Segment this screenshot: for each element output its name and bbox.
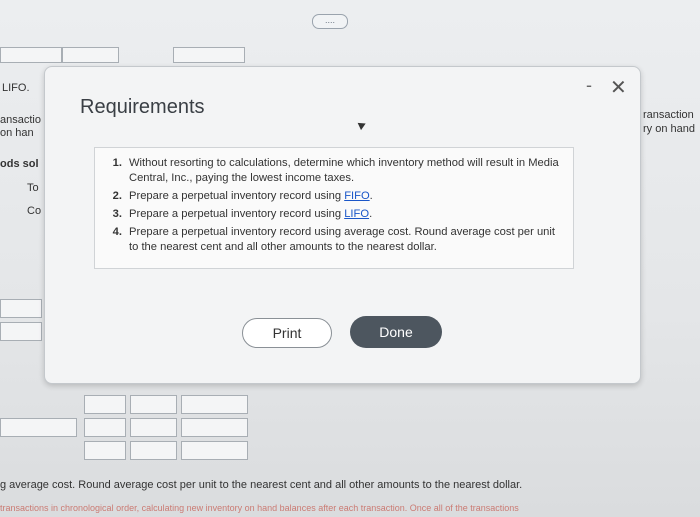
bg-table-cell: [173, 47, 245, 63]
bg-input-cell: [84, 395, 126, 414]
bg-input-cell: [181, 418, 248, 437]
bg-input-cell: [130, 418, 177, 437]
requirement-number: 1.: [112, 157, 122, 169]
requirements-panel: 1. Without resorting to calculations, de…: [94, 147, 574, 269]
close-button[interactable]: ✕: [610, 75, 627, 100]
bg-lifo-label: LIFO.: [2, 82, 30, 94]
dialog-title: Requirements: [80, 96, 205, 118]
requirement-text: Without resorting to calculations, deter…: [129, 157, 559, 184]
requirement-text: Prepare a perpetual inventory record usi…: [129, 207, 566, 222]
requirement-text-prefix: Prepare a perpetual inventory record usi…: [129, 208, 345, 220]
bg-table-cell: [62, 47, 119, 63]
bg-footer-line-1: g average cost. Round average cost per u…: [0, 479, 523, 491]
requirement-item: 1. Without resorting to calculations, de…: [100, 156, 566, 186]
bg-input-cell: [181, 441, 248, 460]
fifo-link[interactable]: FIFO: [344, 190, 369, 202]
bg-to-label: To: [27, 182, 39, 194]
bg-input-cell: [0, 322, 42, 341]
bg-footer-line-2: transactions in chronological order, cal…: [0, 503, 519, 513]
bg-goods-sold-left: ods sol: [0, 158, 39, 170]
requirement-item: 4. Prepare a perpetual inventory record …: [100, 225, 566, 255]
minimize-button[interactable]: -: [586, 75, 592, 96]
requirement-number: 3.: [112, 208, 122, 220]
requirement-item: 3. Prepare a perpetual inventory record …: [100, 207, 566, 222]
bg-input-cell: [84, 418, 126, 437]
requirement-text-prefix: Prepare a perpetual inventory record usi…: [129, 190, 345, 202]
mouse-cursor-icon: [357, 119, 368, 131]
bg-input-cell: [130, 441, 177, 460]
requirement-number: 4.: [112, 226, 122, 238]
done-button[interactable]: Done: [350, 316, 442, 348]
bg-transaction-left: ansactio: [0, 114, 41, 126]
requirement-number: 2.: [112, 190, 122, 202]
bg-input-cell: [84, 441, 126, 460]
requirement-text-suffix: .: [369, 208, 373, 220]
bg-input-cell: [130, 395, 177, 414]
bg-table-cell: [0, 47, 62, 63]
requirement-text: Prepare a perpetual inventory record usi…: [129, 226, 555, 253]
requirements-dialog: Requirements - ✕ 1. Without resorting to…: [44, 66, 641, 384]
bg-input-cell: [181, 395, 248, 414]
lifo-link[interactable]: LIFO: [344, 208, 369, 220]
bg-transaction-right: ransaction: [643, 109, 694, 121]
top-more-indicator[interactable]: ....: [312, 14, 348, 29]
bg-on-hand-right: ry on hand: [643, 123, 695, 135]
requirement-text-suffix: .: [369, 190, 373, 202]
bg-input-cell: [0, 418, 77, 437]
requirement-item: 2. Prepare a perpetual inventory record …: [100, 189, 566, 204]
requirements-list: 1. Without resorting to calculations, de…: [100, 156, 566, 258]
print-button[interactable]: Print: [242, 318, 332, 348]
bg-co-label: Co: [27, 205, 42, 217]
bg-input-cell: [0, 299, 42, 318]
requirement-text: Prepare a perpetual inventory record usi…: [129, 189, 566, 204]
bg-on-hand-left: on han: [0, 127, 34, 139]
